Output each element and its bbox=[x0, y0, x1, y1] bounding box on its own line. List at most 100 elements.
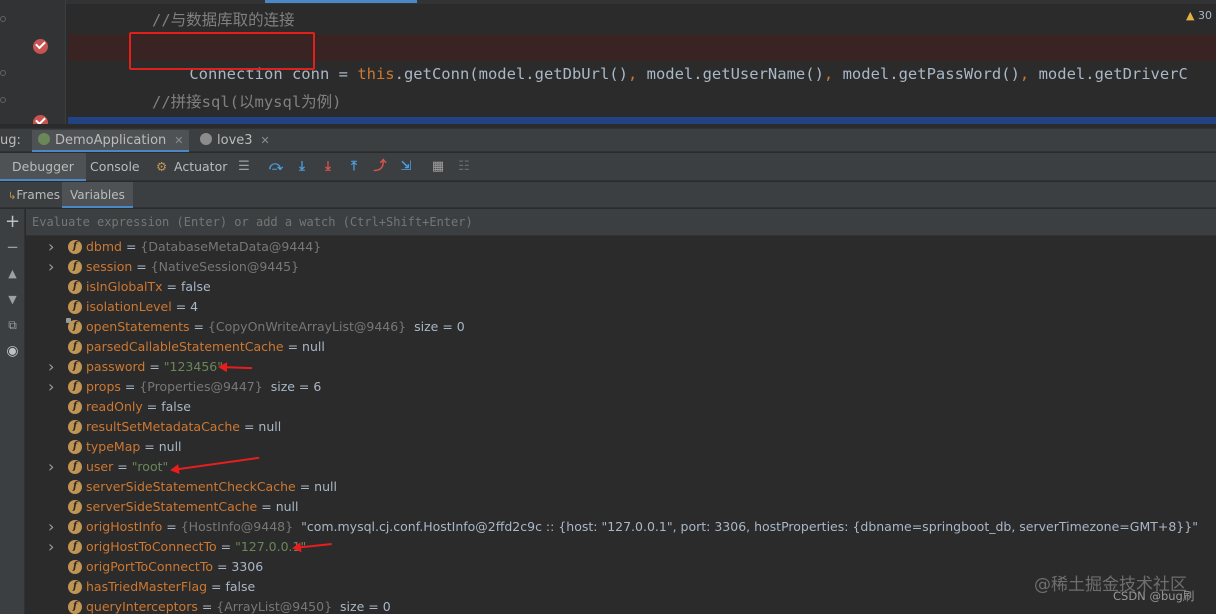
variable-row[interactable]: › f user = "root" bbox=[26, 457, 1216, 477]
variable-row[interactable]: f serverSideStatementCache = null bbox=[26, 497, 1216, 517]
variable-row[interactable]: f queryInterceptors = {ArrayList@9450} siz… bbox=[26, 597, 1216, 614]
equals-sign: = bbox=[283, 339, 303, 354]
variable-text: serverSideStatementCache = null bbox=[86, 497, 298, 517]
step-out-icon[interactable]: ⤒ bbox=[346, 159, 362, 175]
equals-sign: = bbox=[140, 439, 159, 454]
variable-value: {HostInfo@9448} bbox=[180, 519, 294, 534]
step-over-icon[interactable]: ⤓ bbox=[294, 159, 310, 175]
field-icon: f bbox=[68, 600, 82, 614]
variable-name: parsedCallableStatementCache bbox=[86, 339, 284, 354]
close-icon[interactable]: ✕ bbox=[261, 134, 270, 147]
eye-icon[interactable]: ◉ bbox=[4, 343, 21, 360]
field-icon: f bbox=[68, 260, 82, 274]
variable-value: null bbox=[275, 499, 299, 514]
copy-icon[interactable]: ⧉ bbox=[4, 317, 21, 334]
variable-value: {Properties@9447} bbox=[139, 379, 263, 394]
watermark-sub: CSDN @bug刷 bbox=[1113, 589, 1195, 603]
variable-row[interactable]: f typeMap = null bbox=[26, 437, 1216, 457]
variable-value: false bbox=[161, 399, 191, 414]
expand-arrow-icon[interactable]: › bbox=[48, 357, 58, 377]
debug-tab-bar: ug: DemoApplication ✕ love3 ✕ bbox=[0, 128, 1216, 152]
variable-name: user bbox=[86, 459, 114, 474]
variable-value: 3306 bbox=[231, 559, 264, 574]
remove-watch-icon[interactable]: − bbox=[4, 239, 21, 256]
equals-sign: = bbox=[162, 519, 181, 534]
move-up-icon[interactable]: ▲ bbox=[4, 265, 21, 282]
field-icon: f bbox=[68, 440, 82, 454]
equals-sign: = bbox=[121, 239, 141, 254]
tab-variables[interactable]: Variables bbox=[62, 182, 133, 208]
expand-arrow-icon[interactable]: › bbox=[48, 377, 58, 397]
equals-sign: = bbox=[295, 479, 315, 494]
variable-value: {DatabaseMetaData@9444} bbox=[140, 239, 322, 254]
variable-row[interactable]: f resultSetMetadataCache = null bbox=[26, 417, 1216, 437]
run-to-cursor-icon[interactable]: ⇲ bbox=[398, 159, 414, 175]
evaluate-expression-icon[interactable]: ▦ bbox=[430, 159, 446, 175]
close-icon[interactable]: ✕ bbox=[174, 134, 183, 147]
variable-row[interactable]: f openStatements = {CopyOnWriteArrayList@… bbox=[26, 317, 1216, 337]
expand-arrow-icon[interactable]: › bbox=[48, 237, 58, 257]
tab-frames[interactable]: ↳Frames bbox=[0, 182, 68, 208]
tab-console[interactable]: Console bbox=[78, 153, 152, 181]
field-icon: f bbox=[68, 420, 82, 434]
add-watch-icon[interactable]: + bbox=[4, 213, 21, 231]
code-token: = bbox=[329, 65, 358, 83]
variable-name: isolationLevel bbox=[86, 299, 172, 314]
variable-name: typeMap bbox=[86, 439, 141, 454]
variable-text: parsedCallableStatementCache = null bbox=[86, 337, 325, 357]
variable-row[interactable]: › f dbmd = {DatabaseMetaData@9444} bbox=[26, 237, 1216, 257]
show-execution-point-icon[interactable]: ⤼ bbox=[268, 159, 284, 175]
step-into-icon[interactable]: ⤓ bbox=[320, 159, 336, 175]
variable-value: null bbox=[158, 439, 182, 454]
field-icon: f bbox=[68, 500, 82, 514]
breakpoint-icon[interactable] bbox=[33, 39, 48, 54]
variable-row[interactable]: f parsedCallableStatementCache = null bbox=[26, 337, 1216, 357]
variable-row[interactable]: › f props = {Properties@9447} size = 6 bbox=[26, 377, 1216, 397]
variable-name: readOnly bbox=[86, 399, 143, 414]
variable-name: props bbox=[86, 379, 121, 394]
code-comment: //拼接sql(以mysql为例) bbox=[152, 93, 342, 111]
field-icon: f bbox=[68, 240, 82, 254]
variable-value: false bbox=[180, 279, 211, 294]
tab-debugger[interactable]: Debugger bbox=[0, 153, 86, 181]
variable-value: false bbox=[225, 579, 256, 594]
variable-row[interactable]: › f session = {NativeSession@9445} bbox=[26, 257, 1216, 277]
evaluate-expression-input[interactable] bbox=[32, 209, 1212, 236]
layout-menu-icon[interactable]: ☰ bbox=[236, 159, 252, 175]
variable-row[interactable]: f isolationLevel = 4 bbox=[26, 297, 1216, 317]
warning-indicator[interactable]: ▲ 30 bbox=[1186, 9, 1212, 22]
variable-name: resultSetMetadataCache bbox=[86, 419, 240, 434]
warning-count: 30 bbox=[1197, 9, 1212, 22]
editor-scroll-indicator bbox=[0, 0, 1216, 4]
variable-value: null bbox=[302, 339, 325, 354]
variable-row[interactable]: › f origHostInfo = {HostInfo@9448} "com.mys… bbox=[26, 517, 1216, 537]
variable-extra: size = 0 bbox=[340, 599, 391, 614]
expand-arrow-icon[interactable]: › bbox=[48, 517, 58, 537]
variable-extra: size = 0 bbox=[414, 319, 465, 334]
trace-icon[interactable]: ☷ bbox=[456, 159, 472, 175]
variable-row[interactable]: f serverSideStatementCheckCache = null bbox=[26, 477, 1216, 497]
expand-arrow-icon[interactable]: › bbox=[48, 537, 58, 557]
move-down-icon[interactable]: ▼ bbox=[4, 291, 21, 308]
tab-demo-application[interactable]: DemoApplication ✕ bbox=[32, 130, 190, 152]
variable-row[interactable]: f isInGlobalTx = false bbox=[26, 277, 1216, 297]
tab-love3[interactable]: love3 ✕ bbox=[194, 130, 276, 152]
tab-actuator[interactable]: ⚙ Actuator bbox=[150, 153, 239, 181]
variable-row[interactable]: › f password = "123456" bbox=[26, 357, 1216, 377]
variable-name: isInGlobalTx bbox=[86, 279, 163, 294]
variables-side-toolbar: + − ▲ ▼ ⧉ ◉ bbox=[0, 209, 25, 614]
field-icon: f bbox=[68, 380, 82, 394]
variable-value: "root" bbox=[131, 459, 169, 474]
fold-marker bbox=[0, 16, 6, 22]
expand-arrow-icon[interactable]: › bbox=[48, 457, 58, 477]
variable-row[interactable]: › f origHostToConnectTo = "127.0.0.1" bbox=[26, 537, 1216, 557]
expand-arrow-icon[interactable]: › bbox=[48, 257, 58, 277]
variable-text: password = "123456" bbox=[86, 357, 223, 377]
equals-sign: = bbox=[239, 419, 259, 434]
drop-frame-icon[interactable]: ⤴ bbox=[372, 159, 388, 175]
variable-text: serverSideStatementCheckCache = null bbox=[86, 477, 337, 497]
variable-row[interactable]: f readOnly = false bbox=[26, 397, 1216, 417]
variable-text: dbmd = {DatabaseMetaData@9444} bbox=[86, 237, 321, 257]
breakpoint-icon[interactable] bbox=[33, 115, 48, 124]
variable-text: session = {NativeSession@9445} bbox=[86, 257, 299, 277]
